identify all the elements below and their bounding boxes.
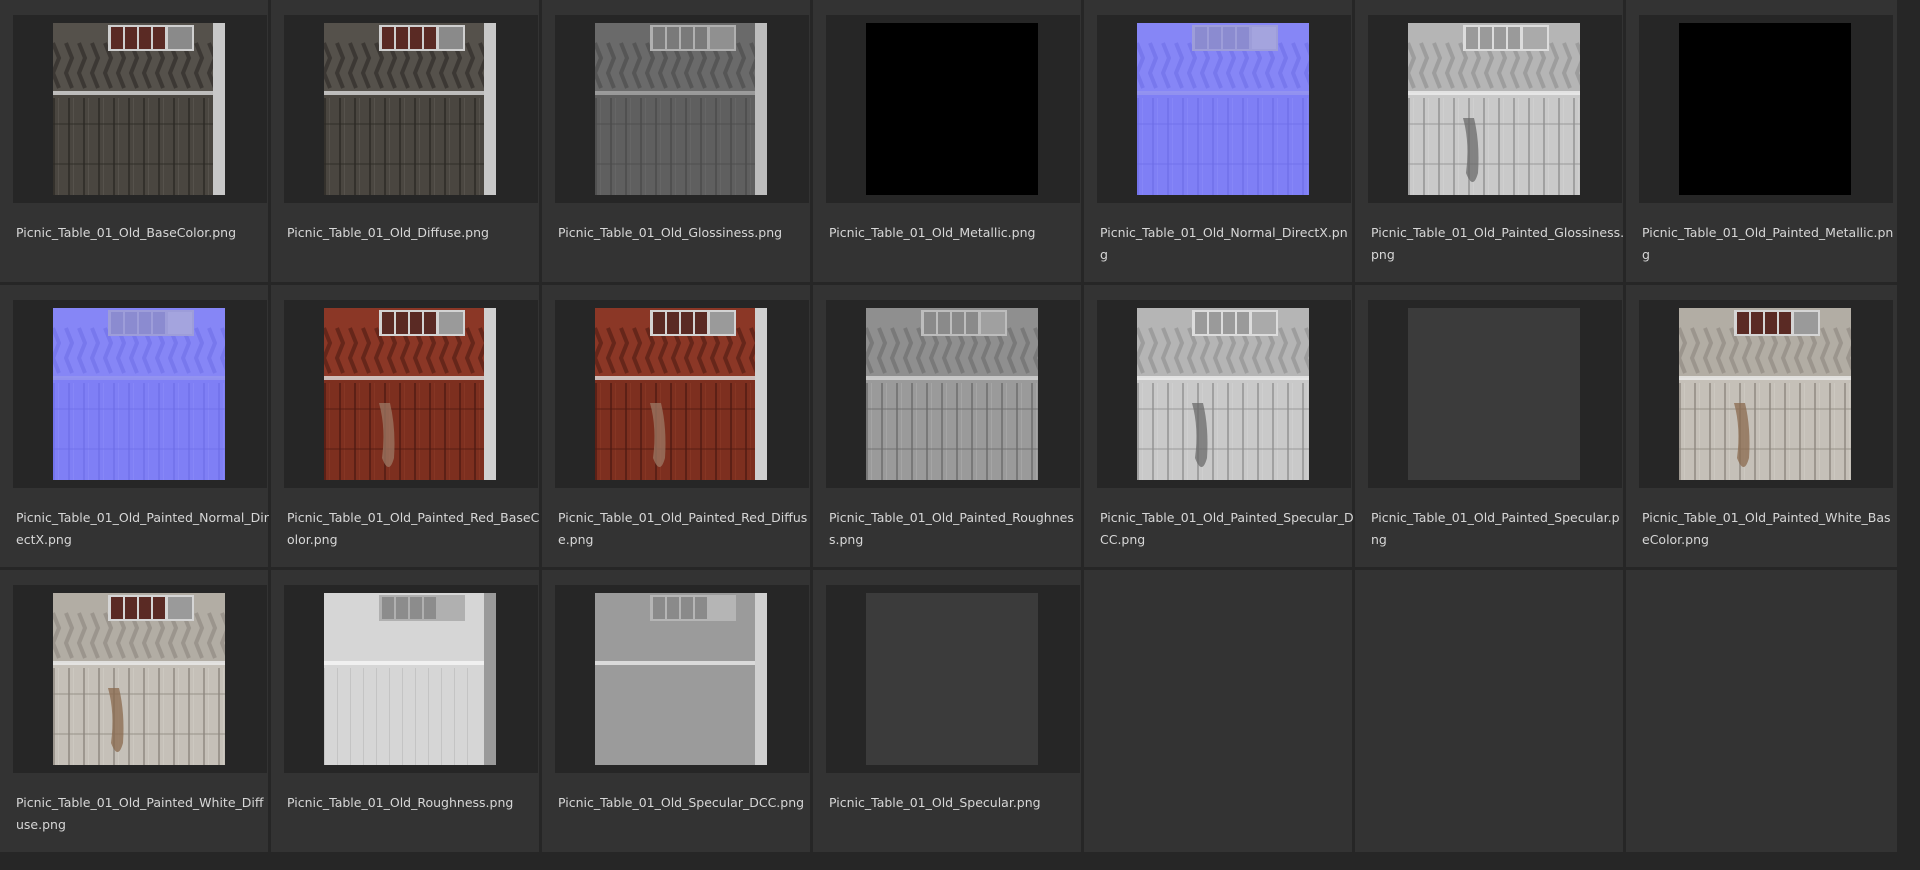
file-item[interactable]: Picnic_Table_01_Old_Painted_Metallic.png — [1626, 0, 1897, 285]
file-thumbnail-frame — [284, 300, 538, 488]
empty-grid-cell — [1355, 570, 1626, 855]
file-item[interactable]: Picnic_Table_01_Old_BaseColor.png — [0, 0, 271, 285]
file-item[interactable]: Picnic_Table_01_Old_Roughness.png — [271, 570, 542, 855]
texture-thumbnail-image — [53, 308, 225, 480]
texture-thumbnail-image — [866, 23, 1038, 195]
file-item[interactable]: Picnic_Table_01_Old_Painted_Roughness.pn… — [813, 285, 1084, 570]
file-name-label: Picnic_Table_01_Old_Diffuse.png — [287, 225, 489, 240]
file-name-label: Picnic_Table_01_Old_Painted_White_Diffus… — [16, 795, 264, 832]
file-name-label: Picnic_Table_01_Old_Painted_Specular_DCC… — [1100, 510, 1354, 547]
file-item[interactable]: Picnic_Table_01_Old_Glossiness.png — [542, 0, 813, 285]
texture-thumbnail-image — [53, 23, 225, 195]
file-item[interactable]: Picnic_Table_01_Old_Painted_White_BaseCo… — [1626, 285, 1897, 570]
texture-thumbnail-image — [1679, 308, 1851, 480]
texture-thumbnail-image — [1137, 23, 1309, 195]
texture-thumbnail-image — [53, 593, 225, 765]
file-item[interactable]: Picnic_Table_01_Old_Specular_DCC.png — [542, 570, 813, 855]
file-item[interactable]: Picnic_Table_01_Old_Painted_White_Diffus… — [0, 570, 271, 855]
file-thumbnail-frame — [555, 300, 809, 488]
file-name-label: Picnic_Table_01_Old_Normal_DirectX.png — [1100, 225, 1348, 262]
file-name-label: Picnic_Table_01_Old_Roughness.png — [287, 795, 514, 810]
file-name-label: Picnic_Table_01_Old_Specular.png — [829, 795, 1041, 810]
file-thumbnail-frame — [1368, 15, 1622, 203]
file-thumbnail-frame — [555, 585, 809, 773]
file-item[interactable]: Picnic_Table_01_Old_Diffuse.png — [271, 0, 542, 285]
file-name-label: Picnic_Table_01_Old_Painted_Normal_Direc… — [16, 510, 269, 547]
file-name-label: Picnic_Table_01_Old_Glossiness.png — [558, 225, 783, 240]
file-name-label: Picnic_Table_01_Old_Painted_Glossiness.p… — [1371, 225, 1625, 262]
file-item[interactable]: Picnic_Table_01_Old_Painted_Specular.png — [1355, 285, 1626, 570]
file-item[interactable]: Picnic_Table_01_Old_Painted_Normal_Direc… — [0, 285, 271, 570]
file-thumbnail-frame — [13, 300, 267, 488]
file-thumbnail-frame — [1368, 300, 1622, 488]
empty-grid-cell — [1084, 570, 1355, 855]
file-item[interactable]: Picnic_Table_01_Old_Metallic.png — [813, 0, 1084, 285]
file-thumbnail-frame — [1097, 300, 1351, 488]
texture-thumbnail-image — [1137, 308, 1309, 480]
file-thumbnail-frame — [13, 15, 267, 203]
file-thumbnail-frame — [1639, 300, 1893, 488]
file-name-label: Picnic_Table_01_Old_Painted_Metallic.png — [1642, 225, 1894, 262]
file-thumbnail-frame — [826, 15, 1080, 203]
file-thumbnail-frame — [13, 585, 267, 773]
file-name-label: Picnic_Table_01_Old_BaseColor.png — [16, 225, 237, 240]
file-thumbnail-frame — [284, 15, 538, 203]
file-item[interactable]: Picnic_Table_01_Old_Painted_Red_BaseColo… — [271, 285, 542, 570]
file-thumbnail-frame — [826, 585, 1080, 773]
file-thumbnail-frame — [826, 300, 1080, 488]
texture-thumbnail-image — [1679, 23, 1851, 195]
file-item[interactable]: Picnic_Table_01_Old_Normal_DirectX.png — [1084, 0, 1355, 285]
file-name-label: Picnic_Table_01_Old_Painted_Roughness.pn… — [829, 510, 1074, 547]
texture-thumbnail-image — [866, 308, 1038, 480]
texture-thumbnail-image — [595, 593, 767, 765]
file-thumbnail-frame — [1639, 15, 1893, 203]
texture-thumbnail-image — [324, 23, 496, 195]
texture-thumbnail-image — [595, 308, 767, 480]
file-name-label: Picnic_Table_01_Old_Painted_Red_BaseColo… — [287, 510, 540, 547]
file-name-label: Picnic_Table_01_Old_Specular_DCC.png — [558, 795, 805, 810]
file-thumbnail-frame — [284, 585, 538, 773]
texture-thumbnail-image — [595, 23, 767, 195]
file-item[interactable]: Picnic_Table_01_Old_Specular.png — [813, 570, 1084, 855]
file-item[interactable]: Picnic_Table_01_Old_Painted_Red_Diffuse.… — [542, 285, 813, 570]
file-thumbnail-frame — [555, 15, 809, 203]
texture-thumbnail-image — [324, 308, 496, 480]
texture-thumbnail-image — [1408, 308, 1580, 480]
empty-grid-cell — [1626, 570, 1897, 855]
texture-thumbnail-image — [1408, 23, 1580, 195]
file-item[interactable]: Picnic_Table_01_Old_Painted_Specular_DCC… — [1084, 285, 1355, 570]
file-name-label: Picnic_Table_01_Old_Painted_Red_Diffuse.… — [558, 510, 808, 547]
file-thumbnail-grid: Picnic_Table_01_Old_BaseColor.png Picnic_… — [0, 0, 1920, 870]
file-name-label: Picnic_Table_01_Old_Painted_White_BaseCo… — [1642, 510, 1891, 547]
texture-thumbnail-image — [866, 593, 1038, 765]
file-item[interactable]: Picnic_Table_01_Old_Painted_Glossiness.p… — [1355, 0, 1626, 285]
file-name-label: Picnic_Table_01_Old_Painted_Specular.png — [1371, 510, 1620, 547]
texture-thumbnail-image — [324, 593, 496, 765]
file-thumbnail-frame — [1097, 15, 1351, 203]
file-name-label: Picnic_Table_01_Old_Metallic.png — [829, 225, 1036, 240]
